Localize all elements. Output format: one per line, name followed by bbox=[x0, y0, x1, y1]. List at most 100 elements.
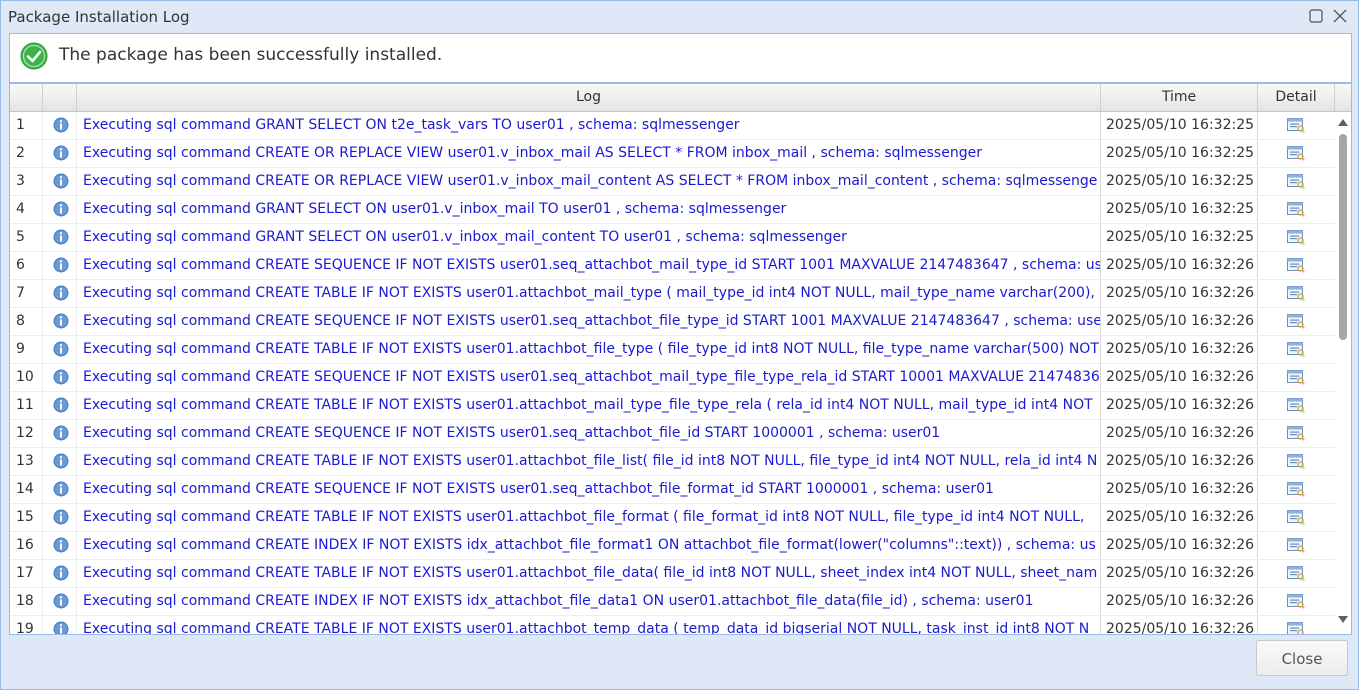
table-row[interactable]: 6 Executing sql command CREATE SEQUENCE I… bbox=[10, 252, 1335, 280]
table-row[interactable]: 13 Executing sql command CREATE TABLE IF … bbox=[10, 448, 1335, 476]
log-message: Executing sql command CREATE INDEX IF NO… bbox=[77, 588, 1101, 615]
table-row[interactable]: 4 Executing sql command GRANT SELECT ON u… bbox=[10, 196, 1335, 224]
info-icon bbox=[43, 168, 77, 195]
info-icon bbox=[43, 420, 77, 447]
detail-cell bbox=[1258, 224, 1335, 251]
row-number: 8 bbox=[10, 308, 43, 335]
log-message: Executing sql command CREATE SEQUENCE IF… bbox=[77, 476, 1101, 503]
log-time: 2025/05/10 16:32:26 bbox=[1101, 504, 1258, 531]
log-message: Executing sql command CREATE TABLE IF NO… bbox=[77, 336, 1101, 363]
row-number: 6 bbox=[10, 252, 43, 279]
detail-cell bbox=[1258, 476, 1335, 503]
detail-cell bbox=[1258, 364, 1335, 391]
table-row[interactable]: 14 Executing sql command CREATE SEQUENCE … bbox=[10, 476, 1335, 504]
detail-cell bbox=[1258, 616, 1335, 634]
row-number: 14 bbox=[10, 476, 43, 503]
detail-cell bbox=[1258, 140, 1335, 167]
detail-cell bbox=[1258, 504, 1335, 531]
info-icon bbox=[43, 504, 77, 531]
info-icon bbox=[43, 392, 77, 419]
vertical-scrollbar[interactable] bbox=[1335, 112, 1351, 634]
table-row[interactable]: 5 Executing sql command GRANT SELECT ON u… bbox=[10, 224, 1335, 252]
log-time: 2025/05/10 16:32:25 bbox=[1101, 196, 1258, 223]
installation-log-window: Package Installation Log The package has… bbox=[0, 0, 1359, 690]
row-number: 12 bbox=[10, 420, 43, 447]
detail-cell bbox=[1258, 112, 1335, 139]
info-icon bbox=[43, 252, 77, 279]
row-number: 7 bbox=[10, 280, 43, 307]
log-message: Executing sql command CREATE TABLE IF NO… bbox=[77, 392, 1101, 419]
log-message: Executing sql command CREATE TABLE IF NO… bbox=[77, 280, 1101, 307]
row-number: 13 bbox=[10, 448, 43, 475]
info-icon bbox=[43, 112, 77, 139]
detail-cell bbox=[1258, 168, 1335, 195]
log-message: Executing sql command CREATE SEQUENCE IF… bbox=[77, 308, 1101, 335]
success-message: The package has been successfully instal… bbox=[59, 45, 443, 65]
row-number: 17 bbox=[10, 560, 43, 587]
table-row[interactable]: 7 Executing sql command CREATE TABLE IF N… bbox=[10, 280, 1335, 308]
detail-cell bbox=[1258, 196, 1335, 223]
detail-cell bbox=[1258, 336, 1335, 363]
row-number: 10 bbox=[10, 364, 43, 391]
info-icon bbox=[43, 560, 77, 587]
log-message: Executing sql command CREATE OR REPLACE … bbox=[77, 140, 1101, 167]
log-time: 2025/05/10 16:32:25 bbox=[1101, 168, 1258, 195]
log-message: Executing sql command GRANT SELECT ON us… bbox=[77, 224, 1101, 251]
detail-cell bbox=[1258, 448, 1335, 475]
detail-cell bbox=[1258, 420, 1335, 447]
row-number: 19 bbox=[10, 616, 43, 634]
info-icon bbox=[43, 532, 77, 559]
log-rows: 1 Executing sql command GRANT SELECT ON t… bbox=[10, 112, 1335, 634]
table-row[interactable]: 1 Executing sql command GRANT SELECT ON t… bbox=[10, 112, 1335, 140]
detail-cell bbox=[1258, 560, 1335, 587]
log-time: 2025/05/10 16:32:26 bbox=[1101, 392, 1258, 419]
maximize-icon[interactable] bbox=[1308, 8, 1324, 24]
info-icon bbox=[43, 308, 77, 335]
detail-cell bbox=[1258, 308, 1335, 335]
table-row[interactable]: 12 Executing sql command CREATE SEQUENCE … bbox=[10, 420, 1335, 448]
log-message: Executing sql command GRANT SELECT ON us… bbox=[77, 196, 1101, 223]
header-scroll-spacer bbox=[1335, 84, 1351, 111]
log-message: Executing sql command CREATE TABLE IF NO… bbox=[77, 504, 1101, 531]
close-button[interactable]: Close bbox=[1256, 640, 1348, 676]
info-icon bbox=[43, 280, 77, 307]
log-time: 2025/05/10 16:32:26 bbox=[1101, 616, 1258, 634]
table-row[interactable]: 2 Executing sql command CREATE OR REPLACE… bbox=[10, 140, 1335, 168]
detail-cell bbox=[1258, 252, 1335, 279]
scroll-up-icon[interactable] bbox=[1338, 118, 1348, 126]
log-grid: Log Time Detail 1 Executing sql command G… bbox=[9, 83, 1352, 635]
row-number: 3 bbox=[10, 168, 43, 195]
log-time: 2025/05/10 16:32:25 bbox=[1101, 112, 1258, 139]
log-time: 2025/05/10 16:32:26 bbox=[1101, 252, 1258, 279]
row-number: 18 bbox=[10, 588, 43, 615]
table-row[interactable]: 3 Executing sql command CREATE OR REPLACE… bbox=[10, 168, 1335, 196]
log-message: Executing sql command CREATE INDEX IF NO… bbox=[77, 532, 1101, 559]
log-time: 2025/05/10 16:32:26 bbox=[1101, 308, 1258, 335]
log-time: 2025/05/10 16:32:26 bbox=[1101, 280, 1258, 307]
log-message: Executing sql command CREATE SEQUENCE IF… bbox=[77, 420, 1101, 447]
log-message: Executing sql command CREATE SEQUENCE IF… bbox=[77, 364, 1101, 391]
log-time: 2025/05/10 16:32:25 bbox=[1101, 140, 1258, 167]
table-row[interactable]: 15 Executing sql command CREATE TABLE IF … bbox=[10, 504, 1335, 532]
header-detail[interactable]: Detail bbox=[1258, 84, 1335, 111]
table-row[interactable]: 19 Executing sql command CREATE TABLE IF … bbox=[10, 616, 1335, 634]
header-time[interactable]: Time bbox=[1101, 84, 1258, 111]
table-row[interactable]: 10 Executing sql command CREATE SEQUENCE … bbox=[10, 364, 1335, 392]
detail-cell bbox=[1258, 280, 1335, 307]
scroll-down-icon[interactable] bbox=[1338, 616, 1348, 624]
header-log[interactable]: Log bbox=[77, 84, 1101, 111]
table-row[interactable]: 9 Executing sql command CREATE TABLE IF N… bbox=[10, 336, 1335, 364]
log-message: Executing sql command CREATE OR REPLACE … bbox=[77, 168, 1101, 195]
table-row[interactable]: 8 Executing sql command CREATE SEQUENCE I… bbox=[10, 308, 1335, 336]
table-row[interactable]: 16 Executing sql command CREATE INDEX IF … bbox=[10, 532, 1335, 560]
scrollbar-thumb[interactable] bbox=[1339, 134, 1347, 340]
close-icon[interactable] bbox=[1332, 8, 1348, 24]
table-row[interactable]: 17 Executing sql command CREATE TABLE IF … bbox=[10, 560, 1335, 588]
row-number: 15 bbox=[10, 504, 43, 531]
table-row[interactable]: 18 Executing sql command CREATE INDEX IF … bbox=[10, 588, 1335, 616]
success-banner: The package has been successfully instal… bbox=[9, 33, 1352, 83]
row-number: 11 bbox=[10, 392, 43, 419]
log-time: 2025/05/10 16:32:26 bbox=[1101, 448, 1258, 475]
log-time: 2025/05/10 16:32:26 bbox=[1101, 364, 1258, 391]
table-row[interactable]: 11 Executing sql command CREATE TABLE IF … bbox=[10, 392, 1335, 420]
